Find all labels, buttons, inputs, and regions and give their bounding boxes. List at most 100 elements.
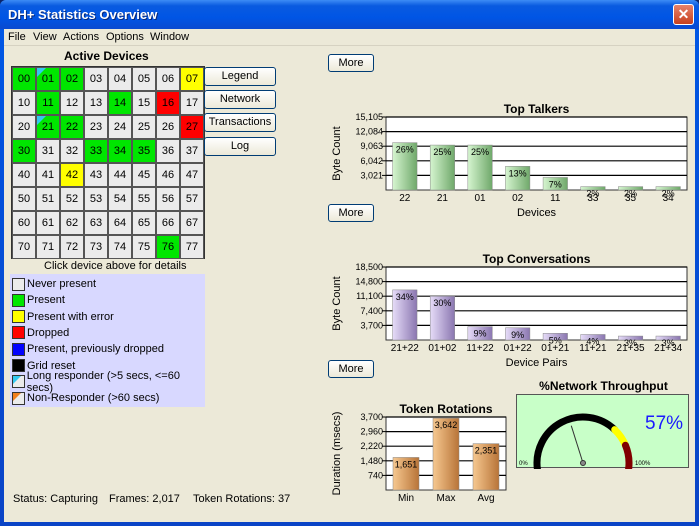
device-cell[interactable]: 16 bbox=[156, 91, 180, 115]
legend-swatch bbox=[12, 375, 25, 389]
device-id: 07 bbox=[185, 73, 199, 85]
device-id: 16 bbox=[161, 97, 175, 109]
menu-options[interactable]: Options bbox=[106, 31, 144, 43]
device-cell[interactable]: 40 bbox=[12, 163, 36, 187]
device-cell[interactable]: 60 bbox=[12, 211, 36, 235]
title-bar[interactable]: DH+ Statistics Overview ✕ bbox=[0, 0, 699, 29]
device-id: 27 bbox=[185, 121, 199, 133]
device-cell[interactable]: 52 bbox=[60, 187, 84, 211]
device-cell[interactable]: 66 bbox=[156, 211, 180, 235]
device-cell[interactable]: 06 bbox=[156, 67, 180, 91]
bar-label: 1,651 bbox=[395, 459, 418, 469]
device-cell[interactable]: 43 bbox=[84, 163, 108, 187]
device-cell[interactable]: 51 bbox=[36, 187, 60, 211]
device-cell[interactable]: 12 bbox=[60, 91, 84, 115]
device-cell[interactable]: 53 bbox=[84, 187, 108, 211]
device-cell[interactable]: 10 bbox=[12, 91, 36, 115]
device-cell[interactable]: 04 bbox=[108, 67, 132, 91]
device-cell[interactable]: 02 bbox=[60, 67, 84, 91]
device-cell[interactable]: 21 bbox=[36, 115, 60, 139]
throughput-gauge: 0% 100% 57% bbox=[516, 394, 689, 474]
bar-label: 25% bbox=[433, 147, 451, 157]
device-cell[interactable]: 75 bbox=[132, 235, 156, 259]
device-cell[interactable]: 22 bbox=[60, 115, 84, 139]
device-cell[interactable]: 14 bbox=[108, 91, 132, 115]
device-cell[interactable]: 72 bbox=[60, 235, 84, 259]
device-cell[interactable]: 47 bbox=[180, 163, 204, 187]
device-cell[interactable]: 50 bbox=[12, 187, 36, 211]
device-id: 05 bbox=[137, 73, 151, 85]
transactions-button[interactable]: Transactions bbox=[204, 113, 276, 132]
device-cell[interactable]: 57 bbox=[180, 187, 204, 211]
device-id: 10 bbox=[17, 97, 31, 109]
device-cell[interactable]: 25 bbox=[132, 115, 156, 139]
device-cell[interactable]: 27 bbox=[180, 115, 204, 139]
device-cell[interactable]: 56 bbox=[156, 187, 180, 211]
x-tick-label: 34 bbox=[663, 193, 675, 204]
device-cell[interactable]: 20 bbox=[12, 115, 36, 139]
close-icon[interactable]: ✕ bbox=[673, 4, 694, 25]
y-tick-label: 3,021 bbox=[360, 170, 383, 180]
device-cell[interactable]: 42 bbox=[60, 163, 84, 187]
log-button[interactable]: Log bbox=[204, 137, 276, 156]
device-cell[interactable]: 61 bbox=[36, 211, 60, 235]
device-cell[interactable]: 64 bbox=[108, 211, 132, 235]
menu-file[interactable]: File bbox=[8, 31, 26, 43]
menu-view[interactable]: View bbox=[33, 31, 57, 43]
y-tick-label: 2,220 bbox=[360, 441, 383, 451]
device-cell[interactable]: 07 bbox=[180, 67, 204, 91]
bar-label: 9% bbox=[511, 330, 524, 340]
device-cell[interactable]: 11 bbox=[36, 91, 60, 115]
device-cell[interactable]: 34 bbox=[108, 139, 132, 163]
device-id: 62 bbox=[65, 217, 79, 229]
device-cell[interactable]: 41 bbox=[36, 163, 60, 187]
device-cell[interactable]: 13 bbox=[84, 91, 108, 115]
device-cell[interactable]: 23 bbox=[84, 115, 108, 139]
device-id: 32 bbox=[65, 145, 79, 157]
device-cell[interactable]: 26 bbox=[156, 115, 180, 139]
legend-item: Present with error bbox=[12, 310, 114, 324]
device-cell[interactable]: 03 bbox=[84, 67, 108, 91]
device-cell[interactable]: 65 bbox=[132, 211, 156, 235]
device-cell[interactable]: 77 bbox=[180, 235, 204, 259]
device-cell[interactable]: 01 bbox=[36, 67, 60, 91]
device-cell[interactable]: 05 bbox=[132, 67, 156, 91]
x-tick-label: 21 bbox=[437, 193, 449, 204]
device-cell[interactable]: 00 bbox=[12, 67, 36, 91]
device-cell[interactable]: 31 bbox=[36, 139, 60, 163]
device-cell[interactable]: 37 bbox=[180, 139, 204, 163]
device-cell[interactable]: 70 bbox=[12, 235, 36, 259]
menu-window[interactable]: Window bbox=[150, 31, 189, 43]
device-cell[interactable]: 45 bbox=[132, 163, 156, 187]
device-cell[interactable]: 71 bbox=[36, 235, 60, 259]
device-cell[interactable]: 54 bbox=[108, 187, 132, 211]
device-cell[interactable]: 30 bbox=[12, 139, 36, 163]
device-cell[interactable]: 55 bbox=[132, 187, 156, 211]
menu-actions[interactable]: Actions bbox=[63, 31, 99, 43]
device-cell[interactable]: 33 bbox=[84, 139, 108, 163]
device-cell[interactable]: 46 bbox=[156, 163, 180, 187]
device-cell[interactable]: 73 bbox=[84, 235, 108, 259]
device-cell[interactable]: 63 bbox=[84, 211, 108, 235]
network-button[interactable]: Network bbox=[204, 90, 276, 109]
legend-button[interactable]: Legend bbox=[204, 67, 276, 86]
device-cell[interactable]: 36 bbox=[156, 139, 180, 163]
device-cell[interactable]: 32 bbox=[60, 139, 84, 163]
device-id: 23 bbox=[89, 121, 103, 133]
device-cell[interactable]: 62 bbox=[60, 211, 84, 235]
y-tick-label: 15,105 bbox=[355, 112, 383, 122]
bar-label: 30% bbox=[433, 298, 451, 308]
device-id: 06 bbox=[161, 73, 175, 85]
device-cell[interactable]: 67 bbox=[180, 211, 204, 235]
device-cell[interactable]: 44 bbox=[108, 163, 132, 187]
y-tick-label: 3,700 bbox=[360, 320, 383, 330]
device-cell[interactable]: 24 bbox=[108, 115, 132, 139]
device-cell[interactable]: 76 bbox=[156, 235, 180, 259]
device-cell[interactable]: 17 bbox=[180, 91, 204, 115]
device-cell[interactable]: 15 bbox=[132, 91, 156, 115]
device-id: 65 bbox=[137, 217, 151, 229]
device-cell[interactable]: 35 bbox=[132, 139, 156, 163]
x-tick-label: 33 bbox=[587, 193, 599, 204]
device-cell[interactable]: 74 bbox=[108, 235, 132, 259]
more-button-talkers[interactable]: More bbox=[328, 54, 374, 72]
